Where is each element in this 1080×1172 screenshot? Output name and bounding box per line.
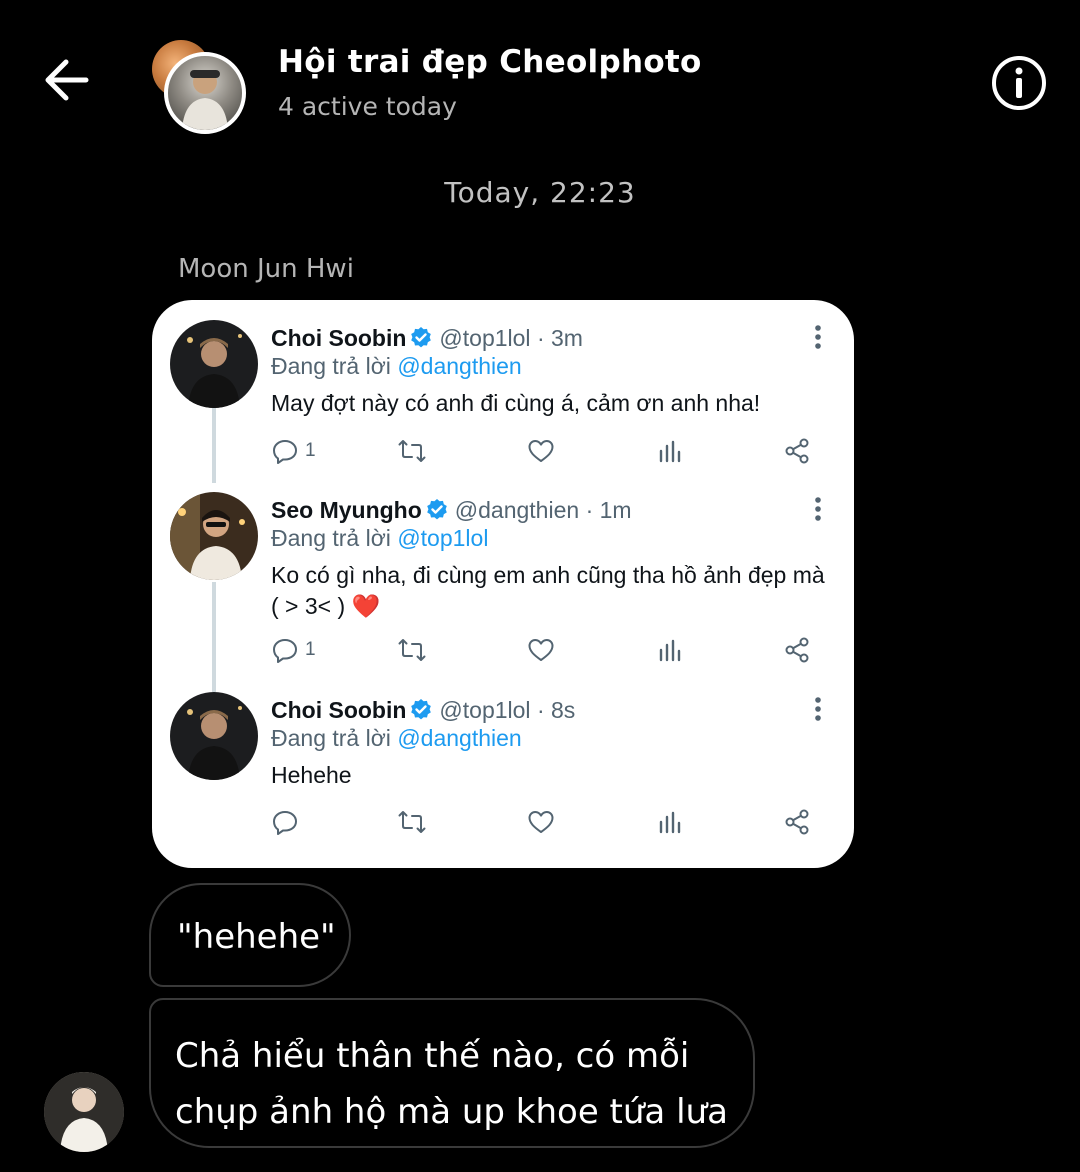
tweet-handle: @top1lol bbox=[439, 325, 531, 351]
tweet-header: Choi Soobin @top1lol · 3m bbox=[271, 325, 583, 352]
reply-mention[interactable]: @top1lol bbox=[397, 525, 488, 551]
active-status: 4 active today bbox=[278, 92, 457, 121]
retweet-button[interactable] bbox=[398, 634, 426, 666]
tweet-reply-context: Đang trả lời @dangthien bbox=[271, 353, 522, 379]
verified-badge-icon bbox=[411, 327, 432, 348]
verified-badge-icon bbox=[426, 499, 447, 520]
analytics-icon bbox=[659, 811, 681, 834]
group-avatar[interactable] bbox=[150, 38, 246, 134]
tweet-author-name[interactable]: Choi Soobin bbox=[271, 325, 406, 351]
share-button[interactable] bbox=[783, 806, 811, 838]
tweet-handle: @top1lol bbox=[439, 697, 531, 723]
info-button[interactable] bbox=[990, 54, 1048, 112]
retweet-button[interactable] bbox=[398, 806, 426, 838]
group-avatar-primary bbox=[164, 52, 246, 134]
more-vertical-icon[interactable] bbox=[808, 696, 828, 724]
share-button[interactable] bbox=[783, 435, 811, 467]
reply-button[interactable] bbox=[271, 806, 305, 838]
tweet-text: Hehehe bbox=[271, 762, 352, 788]
tweet-reply-context: Đang trả lời @dangthien bbox=[271, 725, 522, 751]
analytics-icon bbox=[659, 639, 681, 662]
tweet-author-name[interactable]: Choi Soobin bbox=[271, 697, 406, 723]
reply-button[interactable]: 1 bbox=[271, 435, 316, 467]
share-icon bbox=[785, 637, 809, 663]
retweet-icon bbox=[398, 639, 426, 661]
retweet-icon bbox=[398, 440, 426, 462]
analytics-icon bbox=[659, 440, 681, 463]
group-title[interactable]: Hội trai đẹp Cheolphoto bbox=[278, 44, 702, 80]
share-icon bbox=[785, 438, 809, 464]
tweet-avatar bbox=[170, 492, 258, 580]
tweet-actions bbox=[271, 806, 816, 838]
reply-icon bbox=[273, 811, 297, 835]
tweet-author-name[interactable]: Seo Myungho bbox=[271, 497, 422, 523]
more-vertical-icon[interactable] bbox=[808, 324, 828, 352]
like-icon bbox=[528, 440, 554, 462]
tweet-header: Seo Myungho @dangthien · 1m bbox=[271, 497, 632, 524]
tweet-text: Ko có gì nha, đi cùng em anh cũng tha hồ… bbox=[271, 562, 825, 619]
tweet-handle: @dangthien bbox=[454, 497, 580, 523]
sender-name: Moon Jun Hwi bbox=[178, 254, 354, 284]
analytics-button[interactable] bbox=[656, 634, 684, 666]
tweet-time: · 3m bbox=[536, 325, 583, 351]
like-button[interactable] bbox=[527, 634, 555, 666]
tweet-avatar bbox=[170, 692, 258, 780]
like-button[interactable] bbox=[527, 806, 555, 838]
message-bubble[interactable]: Chả hiểu thân thế nào, có mỗi chụp ảnh h… bbox=[149, 998, 755, 1148]
analytics-button[interactable] bbox=[656, 435, 684, 467]
retweet-button[interactable] bbox=[398, 435, 426, 467]
like-button[interactable] bbox=[527, 435, 555, 467]
back-button[interactable] bbox=[38, 52, 94, 108]
thread-connector bbox=[212, 408, 216, 483]
share-button[interactable] bbox=[783, 634, 811, 666]
back-arrow-icon bbox=[45, 59, 89, 101]
more-vertical-icon[interactable] bbox=[808, 496, 828, 524]
like-icon bbox=[528, 811, 554, 833]
like-icon bbox=[528, 639, 554, 661]
reply-count: 1 bbox=[305, 639, 316, 660]
tweet-time: · 8s bbox=[536, 697, 576, 723]
tweet-actions: 1 bbox=[271, 435, 816, 467]
reply-count: 1 bbox=[305, 440, 316, 461]
shared-image-message[interactable]: Choi Soobin @top1lol · 3m Đang trả lời @d… bbox=[152, 300, 854, 868]
message-bubble[interactable]: "hehehe" bbox=[149, 883, 351, 987]
reply-button[interactable]: 1 bbox=[271, 634, 316, 666]
reply-icon bbox=[273, 440, 297, 464]
share-icon bbox=[785, 809, 809, 835]
tweet-reply-context: Đang trả lời @top1lol bbox=[271, 525, 489, 551]
tweet-time: · 1m bbox=[585, 497, 632, 523]
analytics-button[interactable] bbox=[656, 806, 684, 838]
sender-avatar[interactable] bbox=[44, 1072, 124, 1152]
reply-mention[interactable]: @dangthien bbox=[397, 353, 521, 379]
tweet-header: Choi Soobin @top1lol · 8s bbox=[271, 697, 575, 724]
info-icon bbox=[992, 56, 1046, 110]
tweet-avatar bbox=[170, 320, 258, 408]
tweet-actions: 1 bbox=[271, 634, 816, 666]
retweet-icon bbox=[398, 811, 426, 833]
verified-badge-icon bbox=[411, 699, 432, 720]
reply-icon bbox=[273, 639, 297, 663]
reply-mention[interactable]: @dangthien bbox=[397, 725, 521, 751]
thread-connector bbox=[212, 582, 216, 692]
tweet-text: May đợt này có anh đi cùng á, cảm ơn anh… bbox=[271, 390, 761, 416]
message-timestamp: Today, 22:23 bbox=[444, 176, 636, 209]
chat-header: Hội trai đẹp Cheolphoto 4 active today bbox=[0, 0, 1080, 150]
